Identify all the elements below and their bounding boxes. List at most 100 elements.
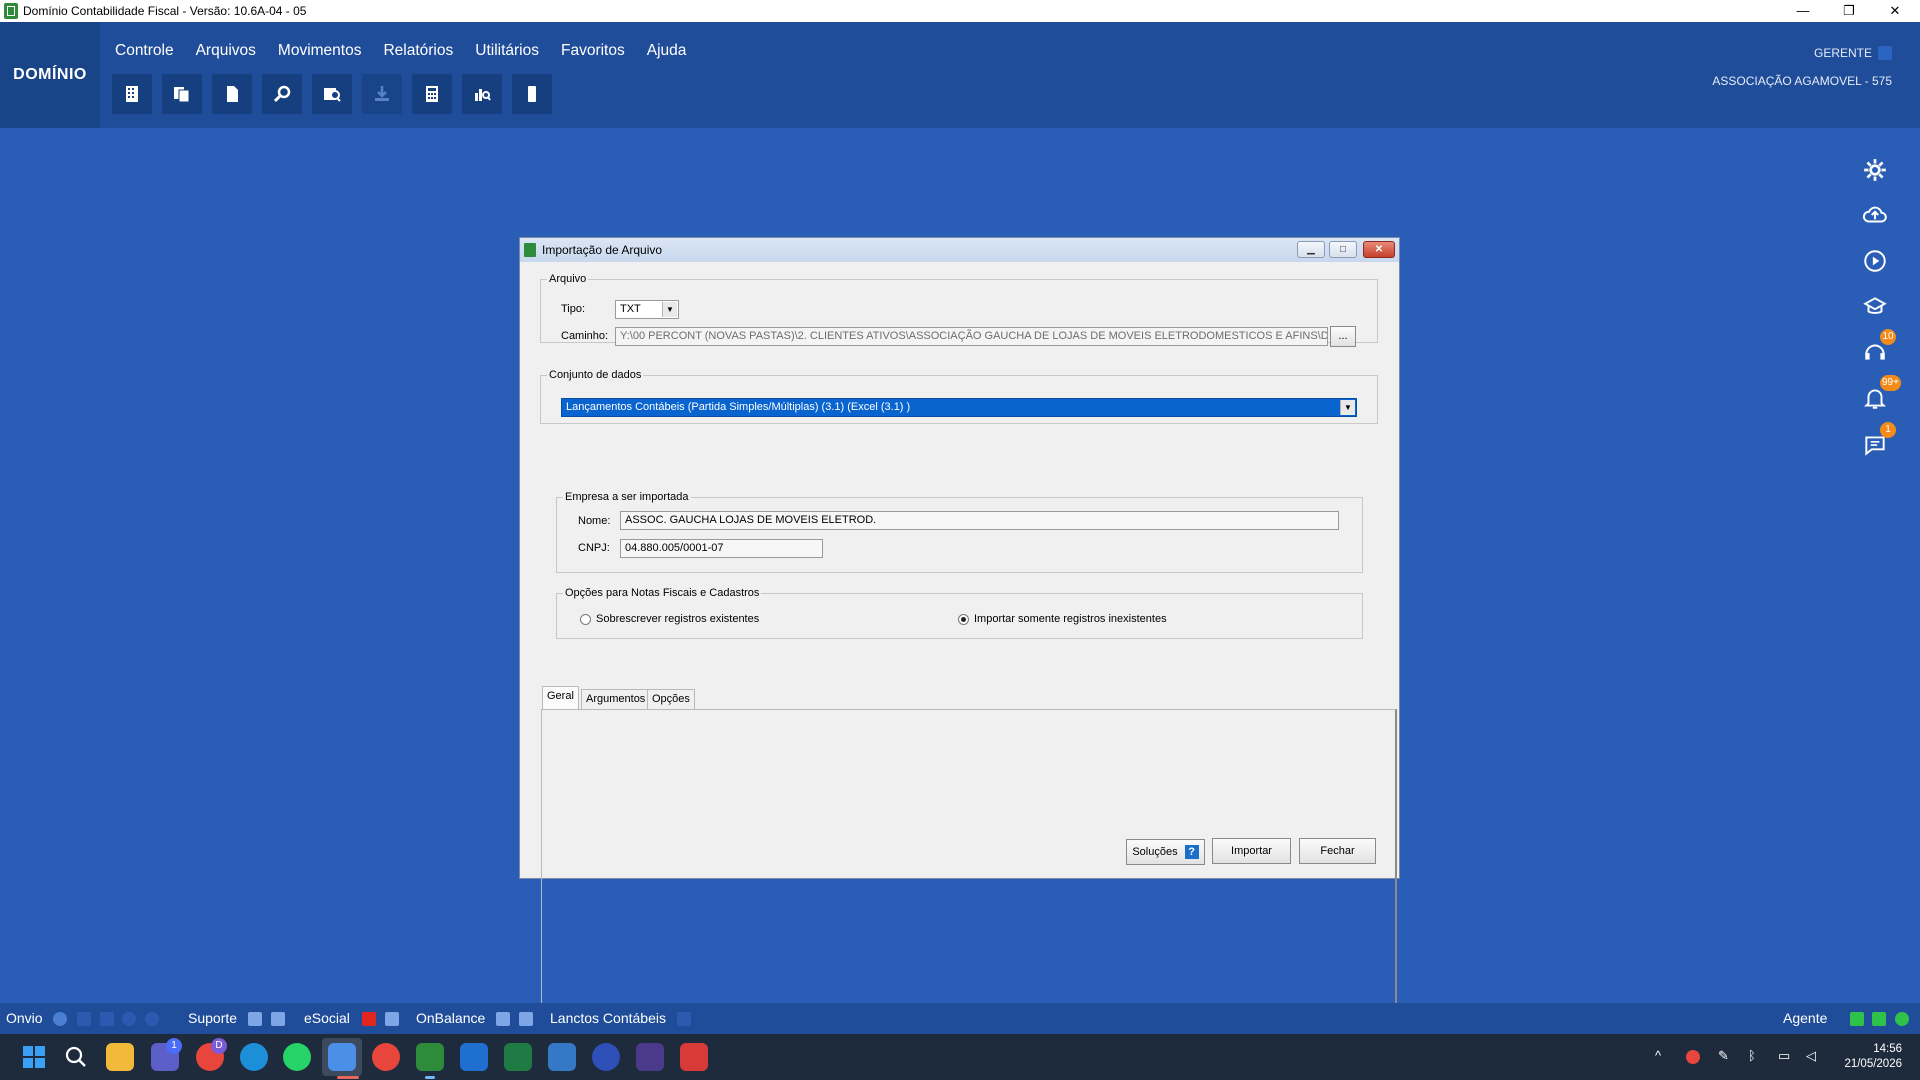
installer-icon[interactable]: [548, 1043, 576, 1071]
outlook-icon[interactable]: [460, 1043, 488, 1071]
chrome-profile-icon[interactable]: [372, 1043, 400, 1071]
importar-button[interactable]: Importar: [1212, 838, 1291, 864]
mobile-icon[interactable]: [512, 74, 552, 114]
nome-field[interactable]: ASSOC. GAUCHA LOJAS DE MOVEIS ELETROD.: [620, 511, 1339, 530]
solucoes-button[interactable]: Soluções ?: [1126, 839, 1205, 865]
close-button[interactable]: ✕: [1872, 0, 1918, 22]
browse-button[interactable]: ...: [1330, 326, 1356, 347]
tray-chrome-icon[interactable]: [1686, 1050, 1700, 1064]
remote-desktop-icon[interactable]: [328, 1043, 356, 1071]
minimize-button[interactable]: —: [1780, 0, 1826, 22]
suporte-add-icon[interactable]: [248, 1012, 262, 1026]
esocial-label[interactable]: eSocial: [304, 1010, 350, 1026]
dialog-title: Importação de Arquivo: [542, 243, 663, 257]
page-icon[interactable]: [212, 74, 252, 114]
cnpj-label: CNPJ:: [578, 542, 610, 554]
chat-app-icon[interactable]: [592, 1043, 620, 1071]
onvio-label[interactable]: Onvio: [6, 1010, 43, 1026]
tipo-select[interactable]: TXT ▼: [615, 300, 679, 319]
importar-inexistentes-label[interactable]: Importar somente registros inexistentes: [974, 613, 1167, 625]
sobrescrever-radio[interactable]: [580, 614, 591, 625]
pen-icon[interactable]: ✎: [1718, 1048, 1729, 1064]
menu-utilitarios[interactable]: Utilitários: [475, 42, 539, 60]
menu-movimentos[interactable]: Movimentos: [278, 42, 362, 60]
chevron-down-icon[interactable]: ▼: [1340, 400, 1355, 415]
user-role[interactable]: GERENTE: [1814, 46, 1872, 60]
onvio-icon-3[interactable]: [100, 1012, 114, 1026]
download-icon[interactable]: [362, 74, 402, 114]
onbalance-label[interactable]: OnBalance: [416, 1010, 485, 1026]
chat-icon[interactable]: 1: [1858, 422, 1896, 462]
cnpj-field[interactable]: 04.880.005/0001-07: [620, 539, 823, 558]
bluetooth-icon[interactable]: ᛒ: [1748, 1048, 1756, 1063]
graduation-icon[interactable]: [1858, 290, 1892, 324]
esocial-list-icon[interactable]: [385, 1012, 399, 1026]
dialog-minimize-button[interactable]: ▁: [1297, 241, 1325, 258]
mail-icon[interactable]: [496, 1012, 510, 1026]
media-app-icon[interactable]: [636, 1043, 664, 1071]
headset-badge: 10: [1880, 329, 1896, 345]
dialog-maximize-button[interactable]: □: [1329, 241, 1357, 258]
lanctos-label[interactable]: Lanctos Contábeis: [550, 1010, 666, 1026]
sobrescrever-label[interactable]: Sobrescrever registros existentes: [596, 613, 759, 625]
pdf-app-icon[interactable]: [680, 1043, 708, 1071]
zoom-report-icon[interactable]: [312, 74, 352, 114]
importar-inexistentes-radio[interactable]: [958, 614, 969, 625]
whatsapp-icon[interactable]: [283, 1043, 311, 1071]
suporte-list-icon[interactable]: [271, 1012, 285, 1026]
chevron-up-icon[interactable]: ^: [1655, 1048, 1661, 1063]
solucoes-label: Soluções: [1132, 846, 1178, 858]
chevron-down-icon[interactable]: ▼: [662, 302, 677, 317]
documents-icon[interactable]: [162, 74, 202, 114]
agente-status-icon[interactable]: [1895, 1012, 1909, 1026]
dialog-close-button[interactable]: ✕: [1363, 241, 1395, 258]
headset-icon[interactable]: 10: [1858, 329, 1896, 369]
onvio-play-icon[interactable]: [53, 1012, 67, 1026]
esocial-alert-icon[interactable]: [362, 1012, 376, 1026]
bell-icon[interactable]: 99+: [1858, 375, 1901, 415]
search-icon[interactable]: [62, 1043, 90, 1071]
gear-icon[interactable]: [1858, 153, 1892, 187]
fechar-button[interactable]: Fechar: [1299, 838, 1376, 864]
caminho-field[interactable]: Y:\00 PERCONT (NOVAS PASTAS)\2. CLIENTES…: [615, 327, 1328, 346]
bell-badge: 99+: [1880, 375, 1901, 391]
onvio-icon-2[interactable]: [77, 1012, 91, 1026]
chart-search-icon[interactable]: [462, 74, 502, 114]
taskbar-clock[interactable]: 14:56 21/05/2026: [1844, 1042, 1902, 1072]
calculator-icon[interactable]: [412, 74, 452, 114]
lanctos-icon[interactable]: [677, 1012, 691, 1026]
menu-relatorios[interactable]: Relatórios: [383, 42, 453, 60]
agente-monitor-icon[interactable]: [1850, 1012, 1864, 1026]
download-icon[interactable]: [519, 1012, 533, 1026]
tipo-value: TXT: [620, 303, 641, 315]
agente-network-icon[interactable]: [1872, 1012, 1886, 1026]
network-icon[interactable]: ▭: [1778, 1048, 1790, 1064]
windows-start-icon[interactable]: [20, 1043, 48, 1071]
cloud-upload-icon[interactable]: [1858, 198, 1892, 232]
edge-icon[interactable]: [240, 1043, 268, 1071]
brand-logo: DOMÍNIO: [0, 22, 100, 128]
menu-favoritos[interactable]: Favoritos: [561, 42, 625, 60]
search-icon[interactable]: [262, 74, 302, 114]
onvio-icon-4[interactable]: [122, 1012, 136, 1026]
play-icon[interactable]: [1858, 244, 1892, 278]
role-toggle[interactable]: [1878, 46, 1892, 60]
menu-arquivos[interactable]: Arquivos: [196, 42, 256, 60]
conjunto-select[interactable]: Lançamentos Contábeis (Partida Simples/M…: [561, 398, 1357, 417]
tab-opcoes[interactable]: Opções: [647, 689, 695, 709]
empresa-group: Empresa a ser importada: [556, 491, 1363, 573]
dominio-app-icon[interactable]: [416, 1043, 444, 1071]
restore-button[interactable]: ❐: [1826, 0, 1872, 22]
agente-label[interactable]: Agente: [1783, 1010, 1827, 1026]
suporte-label[interactable]: Suporte: [188, 1010, 237, 1026]
volume-icon[interactable]: ◁: [1806, 1048, 1816, 1064]
building-icon[interactable]: [112, 74, 152, 114]
tab-geral[interactable]: Geral: [542, 686, 579, 710]
onvio-icon-5[interactable]: [145, 1012, 159, 1026]
menu-ajuda[interactable]: Ajuda: [647, 42, 687, 60]
menu-controle[interactable]: Controle: [115, 42, 174, 60]
opcoes-legend: Opções para Notas Fiscais e Cadastros: [565, 587, 760, 599]
tab-argumentos[interactable]: Argumentos: [581, 689, 651, 709]
file-explorer-icon[interactable]: [106, 1043, 134, 1071]
excel-icon[interactable]: [504, 1043, 532, 1071]
